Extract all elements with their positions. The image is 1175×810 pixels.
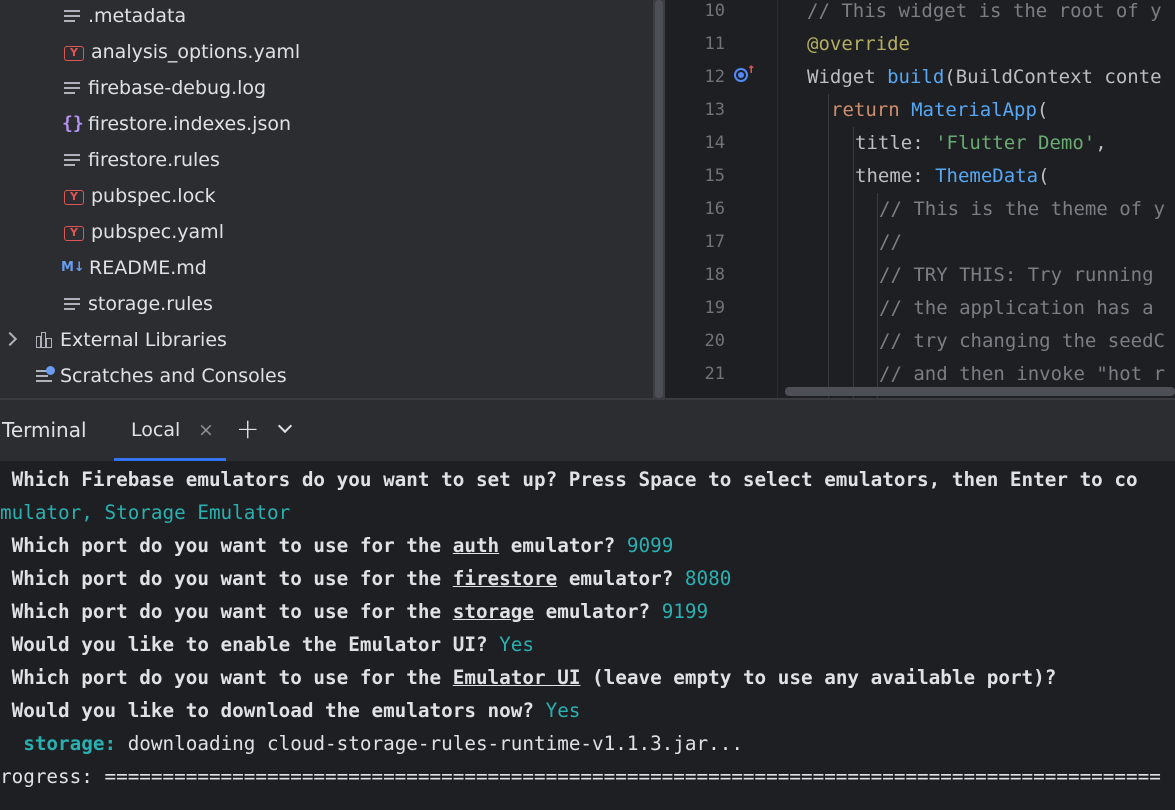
line-number: 18: [704, 265, 725, 285]
library-icon: [34, 330, 54, 350]
line-number: 15: [704, 166, 725, 186]
json-file-icon: {}: [62, 113, 84, 134]
line-number: 10: [704, 1, 725, 21]
terminal-line: Which Firebase emulators do you want to …: [0, 468, 1138, 491]
code-editor[interactable]: 10 11 12 13 14 15 16 17 18 19 20 21 ↑ //…: [665, 0, 1175, 398]
code-line-19: // the application has a: [879, 297, 1165, 319]
tab-label: Local: [131, 419, 181, 441]
file-name: firestore.rules: [88, 149, 220, 171]
terminal-line: mulator, Storage Emulator: [0, 501, 291, 524]
terminal-header: Terminal Local × +: [0, 400, 1175, 461]
code-line-14: title: 'Flutter Demo',: [855, 132, 1107, 154]
line-number: 19: [704, 298, 725, 318]
code-line-18: // TRY THIS: Try running: [879, 264, 1165, 286]
line-number: 16: [704, 199, 725, 219]
terminal-line: Which port do you want to use for the st…: [0, 600, 709, 623]
file-name: analysis_options.yaml: [91, 41, 301, 63]
file-name: README.md: [89, 257, 207, 279]
line-number: 17: [704, 232, 725, 252]
text-file-icon: [62, 78, 82, 98]
terminal-line: Which port do you want to use for the au…: [0, 534, 674, 557]
file-item-readme[interactable]: M↓ README.md: [61, 250, 207, 286]
scratches-icon: [34, 366, 55, 386]
gutter-separator: [777, 0, 778, 398]
chevron-right-icon[interactable]: [2, 331, 18, 347]
file-item-pubspec-yaml[interactable]: Y pubspec.yaml: [62, 214, 224, 250]
editor-gutter: 10 11 12 13 14 15 16 17 18 19 20 21 ↑: [665, 0, 777, 398]
code-line-11: @override: [807, 33, 910, 55]
project-tool-window: .metadata Y analysis_options.yaml fireba…: [0, 0, 653, 398]
file-item-storage-rules[interactable]: storage.rules: [62, 286, 213, 322]
line-number: 12: [704, 67, 725, 87]
new-terminal-button[interactable]: +: [236, 415, 259, 443]
chevron-down-icon[interactable]: [277, 418, 293, 438]
code-line-10: // This widget is the root of y: [807, 0, 1162, 22]
indent-guide: [877, 193, 878, 398]
file-item-firestore-indexes[interactable]: {} firestore.indexes.json: [62, 106, 291, 142]
terminal-title: Terminal: [2, 418, 87, 442]
line-number: 21: [704, 364, 725, 384]
file-name: pubspec.lock: [91, 185, 216, 207]
code-line-13: return MaterialApp(: [831, 99, 1049, 121]
code-line-17: //: [879, 231, 902, 253]
tree-node-scratches[interactable]: Scratches and Consoles: [34, 358, 287, 394]
indent-guide: [828, 94, 829, 398]
code-line-15: theme: ThemeData(: [855, 165, 1050, 187]
tree-node-label: External Libraries: [60, 329, 227, 351]
code-line-12: Widget build(BuildContext conte: [807, 66, 1162, 88]
code-line-20: // try changing the seedC: [879, 330, 1165, 352]
file-name: .metadata: [88, 5, 187, 27]
yaml-file-icon: Y: [64, 45, 84, 61]
terminal-line: Would you like to enable the Emulator UI…: [0, 633, 534, 656]
tab-local[interactable]: Local ×: [114, 400, 226, 461]
file-item-metadata[interactable]: .metadata: [62, 0, 186, 34]
terminal-output[interactable]: Which Firebase emulators do you want to …: [0, 461, 1175, 810]
terminal-progress-line: rogress: ===============================…: [0, 765, 1161, 788]
tree-node-external-libraries[interactable]: External Libraries: [0, 322, 300, 358]
terminal-line: Which port do you want to use for the fi…: [0, 567, 732, 590]
scrollbar-thumb[interactable]: [655, 0, 663, 398]
editor-horizontal-scrollbar[interactable]: [785, 387, 1175, 396]
line-number: 20: [704, 331, 725, 351]
yaml-file-icon: Y: [64, 225, 84, 241]
text-file-icon: [62, 150, 82, 170]
line-number: 13: [704, 100, 725, 120]
file-item-firestore-rules[interactable]: firestore.rules: [62, 142, 220, 178]
file-name: pubspec.yaml: [91, 221, 224, 243]
terminal-line: Would you like to download the emulators…: [0, 699, 581, 722]
file-name: storage.rules: [88, 293, 213, 315]
close-icon[interactable]: ×: [198, 420, 214, 440]
override-method-icon[interactable]: ↑: [734, 62, 756, 88]
indent-guide: [853, 127, 854, 398]
yaml-file-icon: Y: [64, 189, 84, 205]
tree-node-label: Scratches and Consoles: [60, 365, 287, 387]
line-number: 14: [704, 133, 725, 153]
file-item-firebase-debug-log[interactable]: firebase-debug.log: [62, 70, 266, 106]
project-scrollbar[interactable]: [653, 0, 665, 398]
markdown-file-icon: M↓: [61, 260, 85, 275]
file-item-analysis-options[interactable]: Y analysis_options.yaml: [62, 34, 300, 70]
file-name: firebase-debug.log: [88, 77, 267, 99]
line-number: 11: [704, 34, 725, 54]
text-file-icon: [62, 294, 82, 314]
terminal-line: storage: downloading cloud-storage-rules…: [0, 732, 743, 755]
terminal-line: Which port do you want to use for the Em…: [0, 666, 1057, 689]
text-file-icon: [62, 6, 82, 26]
file-name: firestore.indexes.json: [88, 113, 292, 135]
code-line-16: // This is the theme of y: [879, 198, 1165, 220]
file-item-pubspec-lock[interactable]: Y pubspec.lock: [62, 178, 216, 214]
